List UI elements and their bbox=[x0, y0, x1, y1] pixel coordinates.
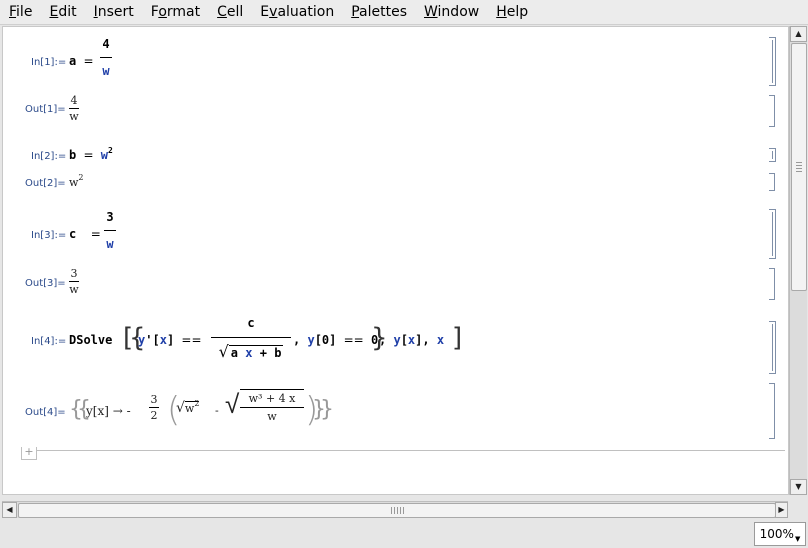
vertical-scroll-thumb[interactable] bbox=[791, 43, 807, 291]
in4-func: DSolve bbox=[69, 333, 113, 347]
cell-bracket-4-out[interactable] bbox=[769, 383, 775, 439]
horizontal-scrollbar[interactable]: ◀ ▶ bbox=[2, 501, 788, 518]
in3-fraction: 3 w bbox=[104, 210, 116, 251]
cell-bracket-3-out[interactable] bbox=[769, 268, 775, 300]
cell-bracket-4[interactable] bbox=[769, 321, 776, 374]
out4-label: Out[4]= bbox=[25, 407, 66, 418]
menu-cell[interactable]: Cell bbox=[208, 0, 251, 24]
out2-value: w2 bbox=[69, 173, 84, 189]
cell-bracket-2[interactable] bbox=[769, 148, 776, 162]
in3-label: In[3]:= bbox=[31, 230, 67, 241]
menu-evaluation[interactable]: Evaluation bbox=[251, 0, 342, 24]
in4-args: , y[x], x bbox=[379, 333, 445, 347]
cell-bracket-2-out[interactable] bbox=[769, 173, 775, 191]
menu-edit[interactable]: Edit bbox=[40, 0, 84, 24]
zoom-selector[interactable]: 100%▼ bbox=[754, 522, 806, 546]
in2-label: In[2]:= bbox=[31, 151, 67, 162]
out2-label: Out[2]= bbox=[25, 178, 66, 189]
in4-label: In[4]:= bbox=[31, 336, 67, 347]
menu-help[interactable]: Help bbox=[487, 0, 536, 24]
in4-initial: , y[0] == 0 bbox=[293, 333, 379, 347]
out1-fraction: 4 w bbox=[69, 94, 79, 123]
in1-label: In[1]:= bbox=[31, 57, 67, 68]
in4-deriv: y'[x] == bbox=[138, 333, 202, 347]
cell-bracket-1-out[interactable] bbox=[769, 95, 775, 127]
notebook-canvas[interactable]: In[1]:= a = 4 w Out[1]= 4 w In[2]:= b = … bbox=[2, 26, 789, 495]
in1-input[interactable]: a = bbox=[69, 54, 94, 68]
cell-bracket-3[interactable] bbox=[769, 209, 776, 259]
scroll-right-icon[interactable]: ▶ bbox=[775, 502, 788, 518]
cell-insertion-line[interactable] bbox=[21, 450, 785, 451]
menu-palettes[interactable]: Palettes bbox=[342, 0, 415, 24]
menu-file[interactable]: File bbox=[0, 0, 40, 24]
out3-label: Out[3]= bbox=[25, 278, 66, 289]
horizontal-scroll-thumb[interactable] bbox=[18, 503, 776, 518]
out3-fraction: 3 w bbox=[69, 267, 79, 296]
cell-bracket-1[interactable] bbox=[769, 37, 776, 86]
menu-format[interactable]: Format bbox=[142, 0, 208, 24]
menu-insert[interactable]: Insert bbox=[85, 0, 142, 24]
scroll-down-icon[interactable]: ▼ bbox=[790, 479, 807, 495]
close-bracket: ] bbox=[452, 323, 463, 353]
scroll-up-icon[interactable]: ▲ bbox=[790, 26, 807, 42]
add-cell-icon[interactable]: + bbox=[21, 446, 37, 460]
in3-input[interactable]: c = bbox=[69, 227, 101, 241]
chevron-down-icon: ▼ bbox=[794, 535, 801, 543]
status-bar: 100%▼ bbox=[0, 519, 808, 548]
scroll-corner bbox=[789, 501, 806, 518]
in4-fraction: c √ a x + b bbox=[211, 316, 291, 360]
menu-window[interactable]: Window bbox=[415, 0, 487, 24]
menu-bar: File Edit Insert Format Cell Evaluation … bbox=[0, 0, 808, 25]
in1-fraction: 4 w bbox=[100, 37, 112, 78]
out1-label: Out[1]= bbox=[25, 104, 66, 115]
in2-input[interactable]: b = w2 bbox=[69, 146, 113, 162]
vertical-scrollbar[interactable]: ▲ ▼ bbox=[789, 26, 807, 495]
scroll-left-icon[interactable]: ◀ bbox=[2, 502, 17, 518]
